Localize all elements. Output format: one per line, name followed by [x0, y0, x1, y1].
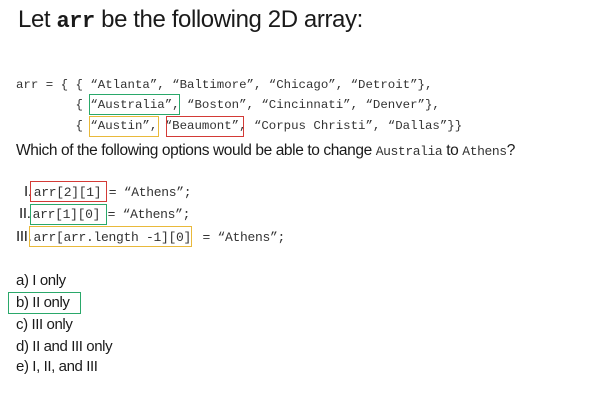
array-line-3: { “Austin”, “Beaumont”, “Corpus Christi”…	[16, 119, 463, 133]
statement-numeral: I.	[24, 183, 32, 200]
array-line-2: { “Australia”, “Boston”, “Cincinnati”, “…	[16, 98, 440, 112]
statement-numeral: III.	[16, 228, 32, 245]
statement-code: arr[arr.length -1][0]	[33, 230, 192, 245]
array-line-1: arr = { { “Atlanta”, “Baltimore”, “Chica…	[16, 78, 433, 92]
page-title: Let arr be the following 2D array:	[18, 6, 363, 34]
question-from: Australia	[375, 144, 443, 159]
option-c[interactable]: c) III only	[16, 316, 73, 333]
statement-numeral: II.	[19, 205, 31, 222]
statement-3: III. arr[arr.length -1][0] = “Athens”;	[16, 228, 285, 245]
question-prefix: Which of the following options would be …	[16, 142, 376, 159]
statement-rest: = “Athens”;	[101, 185, 192, 200]
option-d[interactable]: d) II and III only	[16, 338, 113, 355]
option-b[interactable]: b) II only	[16, 294, 70, 311]
question-text: Which of the following options would be …	[16, 142, 515, 160]
option-a[interactable]: a) I only	[16, 272, 66, 289]
statement-1: I. arr[2][1] = “Athens”;	[24, 183, 192, 200]
statement-code: arr[2][1]	[33, 185, 102, 200]
statement-rest: = “Athens”;	[195, 230, 286, 245]
statement-2: II. arr[1][0] = “Athens”;	[19, 205, 190, 222]
question-mid: to	[442, 142, 463, 159]
question-suffix: ?	[506, 142, 516, 159]
title-prefix: Let	[18, 6, 57, 33]
question-to: Athens	[462, 144, 507, 159]
statement-code: arr[1][0]	[32, 207, 101, 222]
title-suffix: be the following 2D array:	[94, 6, 363, 33]
statement-rest: = “Athens”;	[100, 207, 191, 222]
title-variable: arr	[56, 9, 95, 34]
option-e[interactable]: e) I, II, and III	[16, 358, 98, 375]
